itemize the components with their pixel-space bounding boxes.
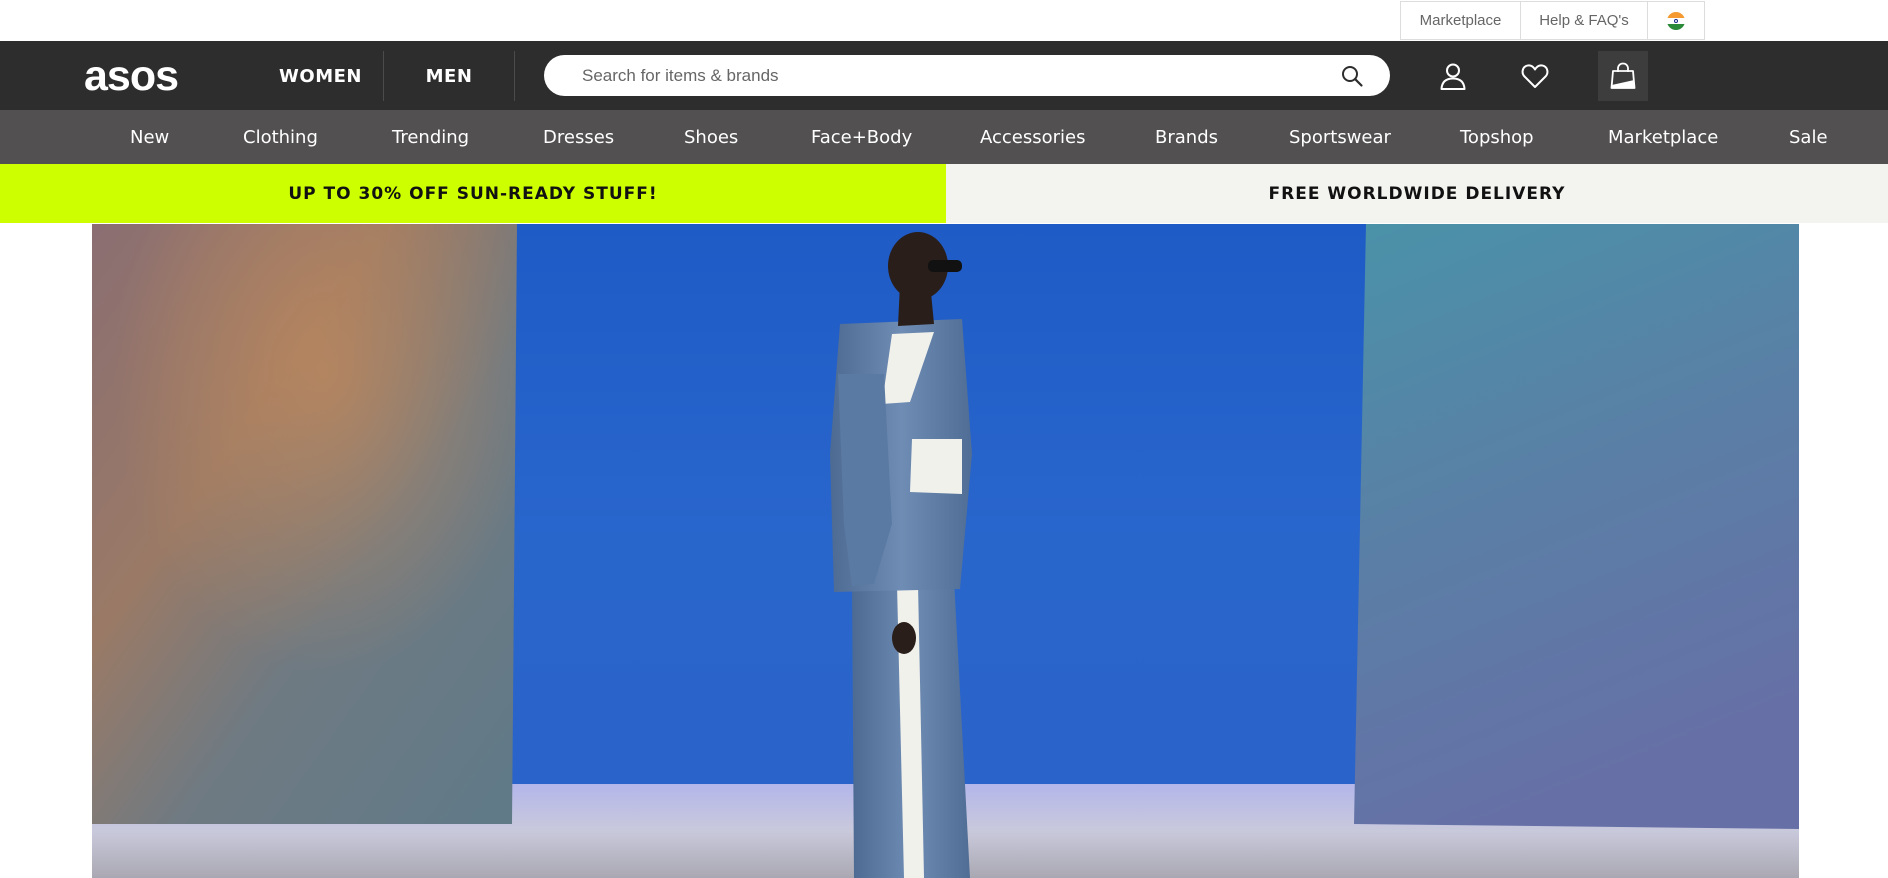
country-selector[interactable] bbox=[1648, 2, 1704, 39]
search-icon[interactable] bbox=[1340, 64, 1364, 88]
asos-logo[interactable]: asos bbox=[84, 51, 179, 101]
nav-item-accessories[interactable]: Accessories bbox=[980, 110, 1086, 164]
account-icon[interactable] bbox=[1428, 51, 1478, 101]
category-nav: New Clothing Trending Dresses Shoes Face… bbox=[0, 110, 1888, 164]
heart-icon[interactable] bbox=[1510, 51, 1560, 101]
promo-banner-delivery[interactable]: FREE WORLDWIDE DELIVERY bbox=[946, 164, 1888, 223]
india-flag-icon bbox=[1667, 11, 1685, 30]
hero-image bbox=[92, 224, 1799, 878]
utility-help-link[interactable]: Help & FAQ's bbox=[1521, 2, 1648, 39]
nav-item-trending[interactable]: Trending bbox=[392, 110, 469, 164]
nav-item-face-body[interactable]: Face+Body bbox=[811, 110, 912, 164]
promo-banner-sale[interactable]: UP TO 30% OFF SUN-READY STUFF! bbox=[0, 164, 946, 223]
hero-banner[interactable] bbox=[92, 224, 1799, 878]
tab-men[interactable]: MEN bbox=[384, 51, 515, 101]
nav-item-sportswear[interactable]: Sportswear bbox=[1289, 110, 1391, 164]
nav-item-dresses[interactable]: Dresses bbox=[543, 110, 614, 164]
nav-item-clothing[interactable]: Clothing bbox=[243, 110, 318, 164]
utility-marketplace-link[interactable]: Marketplace bbox=[1401, 2, 1521, 39]
search-bar bbox=[544, 55, 1390, 96]
tab-women[interactable]: WOMEN bbox=[258, 51, 384, 101]
nav-item-sale[interactable]: Sale bbox=[1789, 110, 1828, 164]
utility-links: Marketplace Help & FAQ's bbox=[1400, 1, 1705, 40]
nav-item-shoes[interactable]: Shoes bbox=[684, 110, 738, 164]
bag-icon[interactable] bbox=[1598, 51, 1648, 101]
search-input[interactable] bbox=[544, 56, 1304, 95]
nav-item-marketplace[interactable]: Marketplace bbox=[1608, 110, 1718, 164]
nav-item-topshop[interactable]: Topshop bbox=[1460, 110, 1534, 164]
nav-item-new[interactable]: New bbox=[130, 110, 169, 164]
utility-bar: Marketplace Help & FAQ's bbox=[0, 0, 1888, 41]
nav-item-brands[interactable]: Brands bbox=[1155, 110, 1218, 164]
main-header: asos WOMEN MEN bbox=[0, 41, 1888, 110]
